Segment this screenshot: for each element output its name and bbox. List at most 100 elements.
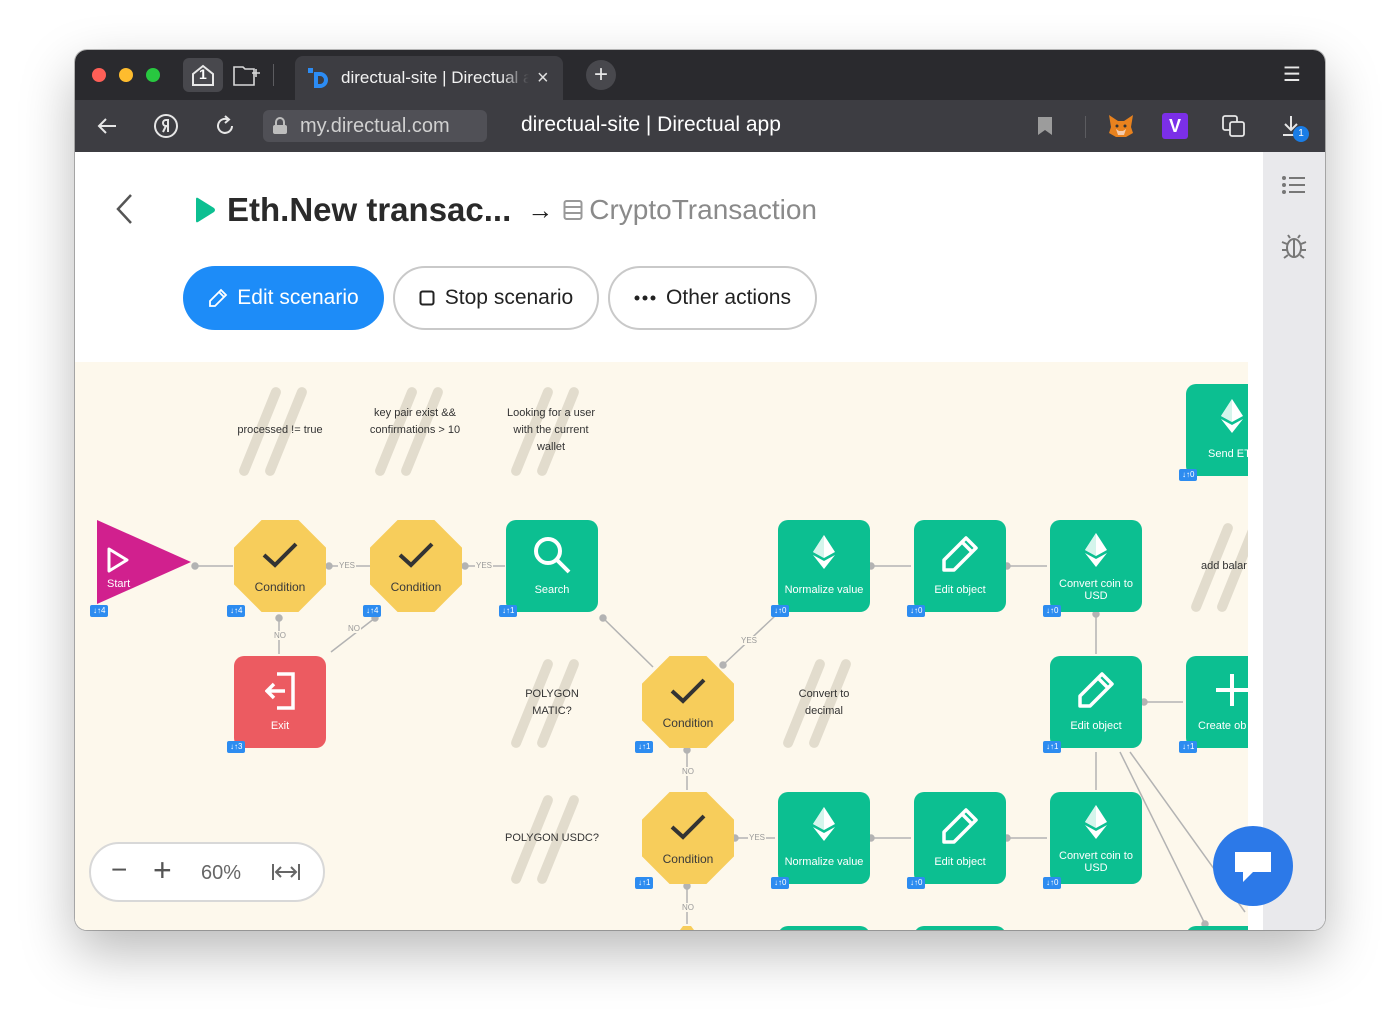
active-tab[interactable]: directual-site | Directual app × [295,56,563,100]
title-bar: 1 directual-site | Directual app × + ☰ [75,50,1325,100]
comment-note[interactable]: POLYGON USDC? [492,830,612,847]
folder-plus-icon [233,66,260,86]
list-icon [1282,176,1305,194]
download-count-badge: 1 [1293,126,1309,142]
links-count-badge: ↓↑1 [635,877,654,889]
minimize-window-button[interactable] [119,68,133,82]
fox-icon [1109,115,1133,137]
exit-door-icon [265,672,295,710]
send-eth-node[interactable]: Send ET [1186,384,1248,476]
yes-link-label: YES [475,561,494,570]
browser-menu-icon[interactable]: ☰ [1283,62,1301,87]
normalize-value-node[interactable]: Normalize value [778,520,870,612]
no-link-label: NO [681,767,695,776]
v-extension-button[interactable]: V [1159,110,1191,142]
links-count-badge: ↓↑0 [907,877,926,889]
close-tab-icon[interactable]: × [537,67,549,90]
yes-link-label: YES [740,636,759,645]
no-link-label: NO [681,903,695,912]
arrow-right-icon: → [527,194,554,225]
other-actions-button[interactable]: Other actions [608,266,817,330]
ethereum-icon [813,535,835,569]
convert-coin-node[interactable]: Convert coin to USD [1050,520,1142,612]
links-count-badge: ↓↑0 [1043,877,1062,889]
links-count-badge: ↓↑4 [227,605,246,617]
arrow-left-icon [97,118,116,134]
pencil-icon [209,288,228,307]
search-node[interactable]: Search [506,520,598,612]
back-to-list-button[interactable] [113,192,137,231]
browser-window: 1 directual-site | Directual app × + ☰ [75,50,1325,930]
partial-node[interactable] [914,926,1006,930]
url-text: my.directual.com [300,114,450,137]
right-toolbar [1263,152,1325,930]
v-extension-icon: V [1162,113,1188,139]
chat-button[interactable] [1213,826,1293,906]
more-dots-icon [634,295,656,301]
ethereum-icon [1085,805,1107,839]
zoom-out-button[interactable]: − [111,854,127,886]
partial-node[interactable] [778,926,870,930]
comment-note[interactable]: key pair exist && confirmations > 10 [365,405,465,439]
debug-button[interactable] [1281,232,1307,265]
square-stop-icon [419,290,435,306]
new-tab-group-button[interactable] [227,58,267,92]
yandex-button[interactable] [150,110,182,142]
yandex-icon [154,114,178,138]
home-tab-count: 1 [199,66,207,82]
links-count-badge: ↓↑4 [363,605,382,617]
play-icon [196,197,215,223]
ethereum-icon [813,807,835,841]
convert-coin-node[interactable]: Convert coin to USD [1050,792,1142,884]
list-view-button[interactable] [1281,174,1307,201]
metamask-extension-button[interactable] [1105,110,1137,142]
close-window-button[interactable] [92,68,106,82]
play-outline-icon [107,547,129,573]
bookmark-icon [1038,117,1052,135]
reload-icon [217,115,233,134]
home-tab-button[interactable]: 1 [183,58,223,92]
pencil-icon [942,536,978,572]
plus-icon [1216,674,1248,706]
comment-note[interactable]: add balar [1201,558,1248,575]
edit-object-node[interactable]: Edit object [1050,656,1142,748]
pencil-icon [942,808,978,844]
collections-button[interactable] [1218,110,1250,142]
edit-object-node[interactable]: Edit object [914,520,1006,612]
reload-button[interactable] [209,110,241,142]
zoom-in-button[interactable]: + [153,852,172,889]
edit-object-node[interactable]: Edit object [914,792,1006,884]
lock-icon [273,117,287,134]
partial-node[interactable] [1186,926,1248,930]
divider [1085,116,1086,138]
back-button[interactable] [91,110,123,142]
zoom-control: − + 60% [89,842,325,902]
exit-node[interactable]: Exit [234,656,326,748]
ethereum-icon [1221,399,1243,433]
fit-to-screen-button[interactable] [271,862,301,887]
stop-scenario-button[interactable]: Stop scenario [393,266,599,330]
links-count-badge: ↓↑3 [227,741,246,753]
links-count-badge: ↓↑0 [1043,605,1062,617]
comment-note[interactable]: processed != true [225,422,335,439]
links-count-badge: ↓↑1 [499,605,518,617]
links-count-badge: ↓↑0 [907,605,926,617]
url-field[interactable]: my.directual.com [263,110,487,142]
scenario-canvas[interactable]: processed != true key pair exist && conf… [75,362,1248,930]
maximize-window-button[interactable] [146,68,160,82]
edit-scenario-button[interactable]: Edit scenario [183,266,384,330]
comment-note[interactable]: POLYGON MATIC? [517,686,587,720]
comment-note[interactable]: Convert to decimal [789,686,859,720]
create-object-node[interactable]: Create ob [1186,656,1248,748]
target-structure[interactable]: CryptoTransaction [589,194,817,226]
normalize-value-node[interactable]: Normalize value [778,792,870,884]
comment-note[interactable]: Looking for a user with the current wall… [501,405,601,456]
address-bar: my.directual.com directual-site | Direct… [75,100,1325,152]
bookmark-button[interactable] [1029,110,1061,142]
new-tab-button[interactable]: + [586,60,616,90]
links-count-badge: ↓↑1 [1179,741,1198,753]
downloads-button[interactable]: 1 [1275,110,1309,142]
links-count-badge: ↓↑4 [90,605,109,617]
check-icon [262,542,298,568]
no-link-label: NO [347,624,361,633]
